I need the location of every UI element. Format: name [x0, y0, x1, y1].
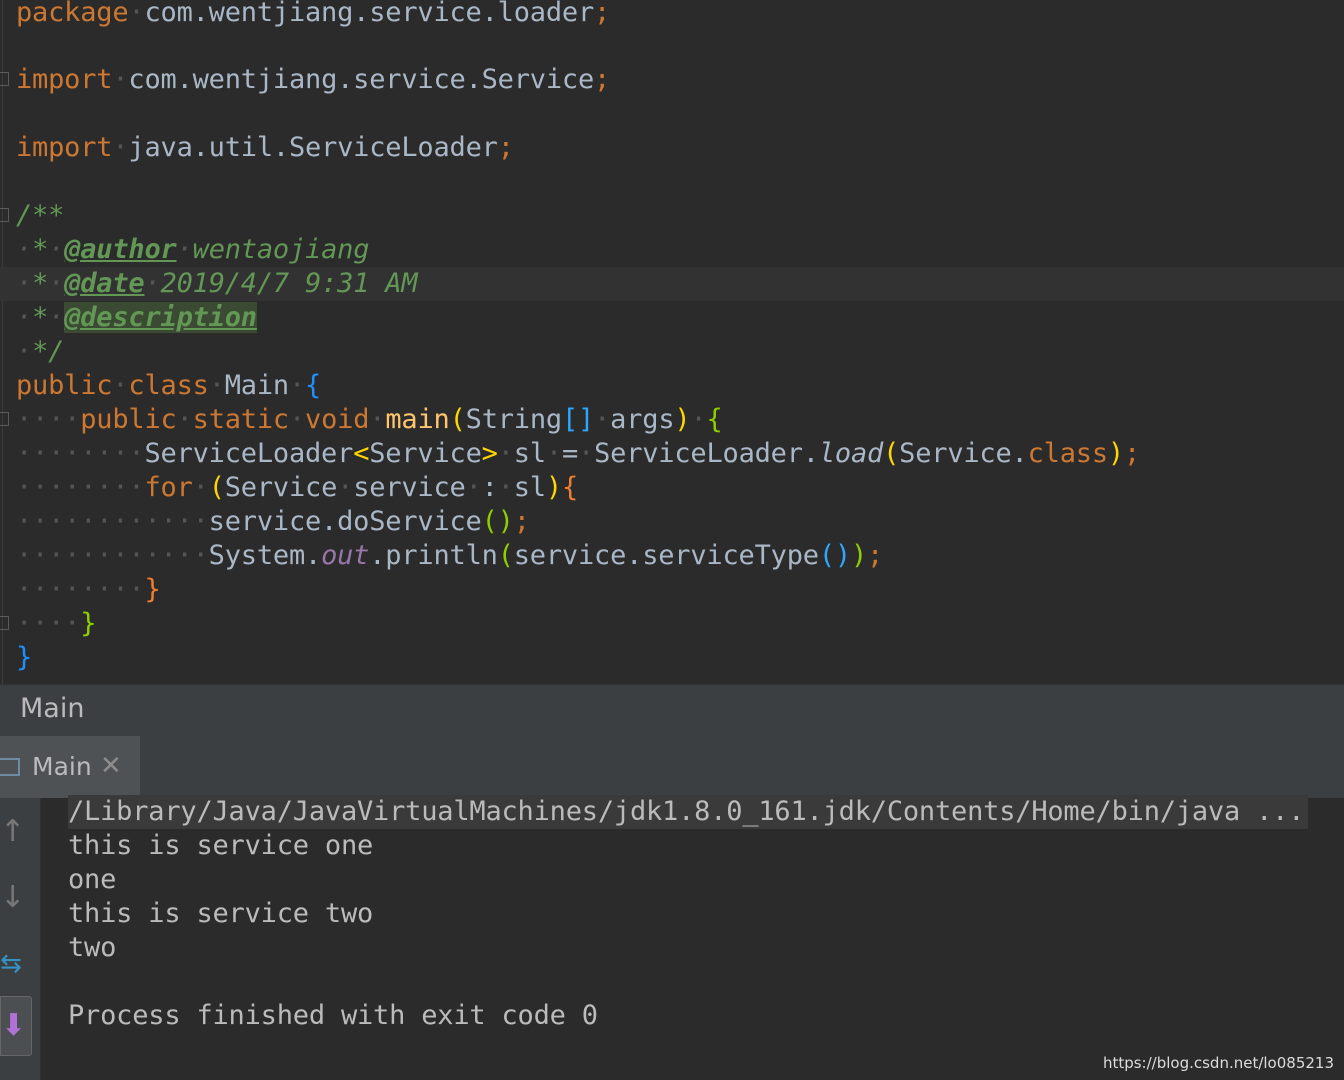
- javadoc-open[interactable]: /**: [16, 199, 64, 233]
- fold-marker[interactable]: [0, 208, 9, 222]
- code-line-package[interactable]: package·com.wentjiang.service.loader;: [16, 0, 610, 30]
- console-line-command: /Library/Java/JavaVirtualMachines/jdk1.8…: [68, 795, 1309, 829]
- code-line-import-service[interactable]: import·com.wentjiang.service.Service;: [16, 63, 610, 97]
- code-line-class-decl[interactable]: public·class·Main·{: [16, 369, 321, 403]
- tab-main[interactable]: Main ✕: [0, 736, 140, 798]
- down-arrow-icon[interactable]: ↓: [0, 880, 32, 916]
- code-line-import-serviceloader[interactable]: import·java.util.ServiceLoader;: [16, 131, 514, 165]
- code-line-for-close[interactable]: ········}: [16, 573, 161, 607]
- close-icon[interactable]: ✕: [100, 751, 122, 781]
- console-panel[interactable]: ↑ ↓ ⇆ ⬇ /Library/Java/JavaVirtualMachine…: [0, 795, 1344, 1080]
- console-line: two: [68, 932, 117, 963]
- watermark: https://blog.csdn.net/lo085213: [1102, 1054, 1334, 1072]
- javadoc-description-line[interactable]: ·*·@description: [16, 301, 257, 335]
- code-line-serviceloader-load[interactable]: ········ServiceLoader<Service>·sl·=·Serv…: [16, 437, 1140, 471]
- fold-marker[interactable]: [0, 72, 9, 86]
- javadoc-author-line[interactable]: ·*·@author·wentaojiang: [16, 233, 369, 267]
- code-line-method-close[interactable]: ····}: [16, 607, 96, 641]
- console-line: this is service one: [68, 830, 374, 861]
- code-line-println[interactable]: ············System.out.println(service.s…: [16, 539, 883, 573]
- run-tab-bar: Main ✕: [0, 736, 1344, 798]
- tab-main-label: Main: [32, 752, 92, 781]
- fold-marker[interactable]: [0, 412, 9, 426]
- run-panel-title: Main: [20, 693, 85, 724]
- up-arrow-icon[interactable]: ↑: [0, 814, 32, 850]
- run-panel-header: Main: [0, 684, 1344, 737]
- console-line-exit-status: Process finished with exit code 0: [68, 1000, 598, 1031]
- code-line-class-close[interactable]: }: [16, 641, 32, 675]
- code-line-do-service[interactable]: ············service.doService();: [16, 505, 530, 539]
- scroll-to-end-icon[interactable]: ⬇: [0, 996, 32, 1056]
- javadoc-close[interactable]: ·*/: [16, 335, 64, 369]
- code-editor[interactable]: package·com.wentjiang.service.loader; im…: [0, 0, 1344, 684]
- console-line: this is service two: [68, 898, 374, 929]
- code-line-for-loop[interactable]: ········for·(Service·service·:·sl){: [16, 471, 578, 505]
- console-icon: [0, 758, 20, 776]
- soft-wrap-icon[interactable]: ⇆: [0, 946, 32, 982]
- fold-marker[interactable]: [0, 616, 9, 630]
- console-line: one: [68, 864, 117, 895]
- code-line-main-method[interactable]: ····public·static·void·main(String[]·arg…: [16, 403, 723, 437]
- gutter-divider: [2, 0, 3, 684]
- console-toolbar: ↑ ↓ ⇆ ⬇: [0, 798, 41, 1080]
- javadoc-date-line[interactable]: ·*·@date·2019/4/7 9:31 AM: [0, 267, 1344, 301]
